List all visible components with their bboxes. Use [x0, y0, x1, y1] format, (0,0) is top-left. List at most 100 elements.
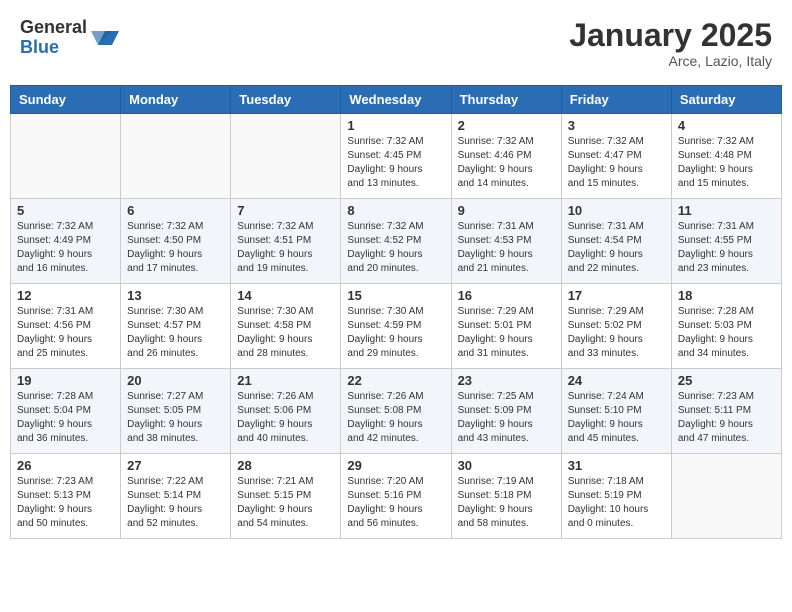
- calendar-cell: 21 Sunrise: 7:26 AM Sunset: 5:06 PM Dayli…: [231, 369, 341, 454]
- calendar-cell: 15Sunrise: 7:30 AM Sunset: 4:59 PM Dayli…: [341, 284, 451, 369]
- calendar-cell: 19 Sunrise: 7:28 AM Sunset: 5:04 PM Dayli…: [11, 369, 121, 454]
- day-info: Sunrise: 7:20 AM Sunset: 5:16 PM Dayligh…: [347, 475, 444, 531]
- calendar-cell: 24 Sunrise: 7:24 AM Sunset: 5:10 PM Dayli…: [561, 369, 671, 454]
- day-info: Sunrise: 7:23 AM Sunset: 5:11 PM Dayligh…: [678, 390, 775, 446]
- calendar-cell: 26 Sunrise: 7:23 AM Sunset: 5:13 PM Dayli…: [11, 454, 121, 539]
- day-number: 31: [568, 458, 665, 473]
- day-number: 17: [568, 288, 665, 303]
- weekday-header-sunday: Sunday: [11, 86, 121, 114]
- calendar-cell: 3 Sunrise: 7:32 AM Sunset: 4:47 PM Daylig…: [561, 114, 671, 199]
- day-number: 18: [678, 288, 775, 303]
- calendar-cell: 7 Sunrise: 7:32 AM Sunset: 4:51 PM Daylig…: [231, 199, 341, 284]
- day-info: Sunrise: 7:31 AM Sunset: 4:54 PM Dayligh…: [568, 220, 665, 276]
- day-number: 19: [17, 373, 114, 388]
- day-number: 12: [17, 288, 114, 303]
- day-info: Sunrise: 7:32 AM Sunset: 4:51 PM Dayligh…: [237, 220, 334, 276]
- day-info: Sunrise: 7:31 AM Sunset: 4:55 PM Dayligh…: [678, 220, 775, 276]
- day-number: 26: [17, 458, 114, 473]
- day-info: Sunrise: 7:32 AM Sunset: 4:52 PM Dayligh…: [347, 220, 444, 276]
- day-number: 5: [17, 203, 114, 218]
- calendar-cell: 31Sunrise: 7:18 AM Sunset: 5:19 PM Dayli…: [561, 454, 671, 539]
- day-info: Sunrise: 7:30 AM Sunset: 4:58 PM Dayligh…: [237, 305, 334, 361]
- day-info: Sunrise: 7:28 AM Sunset: 5:03 PM Dayligh…: [678, 305, 775, 361]
- day-number: 7: [237, 203, 334, 218]
- day-info: Sunrise: 7:22 AM Sunset: 5:14 PM Dayligh…: [127, 475, 224, 531]
- calendar-week-row: 12Sunrise: 7:31 AM Sunset: 4:56 PM Dayli…: [11, 284, 782, 369]
- calendar-cell: 16Sunrise: 7:29 AM Sunset: 5:01 PM Dayli…: [451, 284, 561, 369]
- day-number: 1: [347, 118, 444, 133]
- day-info: Sunrise: 7:24 AM Sunset: 5:10 PM Dayligh…: [568, 390, 665, 446]
- day-info: Sunrise: 7:26 AM Sunset: 5:08 PM Dayligh…: [347, 390, 444, 446]
- calendar-cell: 14 Sunrise: 7:30 AM Sunset: 4:58 PM Dayli…: [231, 284, 341, 369]
- calendar-week-row: 19 Sunrise: 7:28 AM Sunset: 5:04 PM Dayli…: [11, 369, 782, 454]
- weekday-header-saturday: Saturday: [671, 86, 781, 114]
- day-number: 22: [347, 373, 444, 388]
- day-number: 29: [347, 458, 444, 473]
- calendar-cell: 30Sunrise: 7:19 AM Sunset: 5:18 PM Dayli…: [451, 454, 561, 539]
- day-info: Sunrise: 7:29 AM Sunset: 5:02 PM Dayligh…: [568, 305, 665, 361]
- location-text: Arce, Lazio, Italy: [569, 53, 772, 69]
- calendar-week-row: 5 Sunrise: 7:32 AM Sunset: 4:49 PM Daylig…: [11, 199, 782, 284]
- day-number: 6: [127, 203, 224, 218]
- calendar-cell: 8 Sunrise: 7:32 AM Sunset: 4:52 PM Daylig…: [341, 199, 451, 284]
- day-number: 21: [237, 373, 334, 388]
- day-info: Sunrise: 7:27 AM Sunset: 5:05 PM Dayligh…: [127, 390, 224, 446]
- calendar-cell: 11 Sunrise: 7:31 AM Sunset: 4:55 PM Dayli…: [671, 199, 781, 284]
- day-number: 10: [568, 203, 665, 218]
- calendar-cell: 2Sunrise: 7:32 AM Sunset: 4:46 PM Daylig…: [451, 114, 561, 199]
- day-number: 8: [347, 203, 444, 218]
- weekday-header-row: SundayMondayTuesdayWednesdayThursdayFrid…: [11, 86, 782, 114]
- weekday-header-wednesday: Wednesday: [341, 86, 451, 114]
- page-header: General Blue January 2025 Arce, Lazio, I…: [10, 10, 782, 77]
- calendar-cell: [11, 114, 121, 199]
- calendar-cell: 22 Sunrise: 7:26 AM Sunset: 5:08 PM Dayli…: [341, 369, 451, 454]
- day-number: 3: [568, 118, 665, 133]
- weekday-header-thursday: Thursday: [451, 86, 561, 114]
- calendar-cell: 9 Sunrise: 7:31 AM Sunset: 4:53 PM Daylig…: [451, 199, 561, 284]
- logo-blue-text: Blue: [20, 38, 87, 58]
- day-number: 24: [568, 373, 665, 388]
- calendar-cell: 12Sunrise: 7:31 AM Sunset: 4:56 PM Dayli…: [11, 284, 121, 369]
- day-info: Sunrise: 7:32 AM Sunset: 4:46 PM Dayligh…: [458, 135, 555, 191]
- calendar-cell: 25 Sunrise: 7:23 AM Sunset: 5:11 PM Dayli…: [671, 369, 781, 454]
- day-info: Sunrise: 7:30 AM Sunset: 4:59 PM Dayligh…: [347, 305, 444, 361]
- day-info: Sunrise: 7:26 AM Sunset: 5:06 PM Dayligh…: [237, 390, 334, 446]
- weekday-header-tuesday: Tuesday: [231, 86, 341, 114]
- day-info: Sunrise: 7:23 AM Sunset: 5:13 PM Dayligh…: [17, 475, 114, 531]
- day-info: Sunrise: 7:32 AM Sunset: 4:45 PM Dayligh…: [347, 135, 444, 191]
- day-info: Sunrise: 7:21 AM Sunset: 5:15 PM Dayligh…: [237, 475, 334, 531]
- day-info: Sunrise: 7:32 AM Sunset: 4:50 PM Dayligh…: [127, 220, 224, 276]
- weekday-header-monday: Monday: [121, 86, 231, 114]
- day-info: Sunrise: 7:19 AM Sunset: 5:18 PM Dayligh…: [458, 475, 555, 531]
- calendar-cell: 1 Sunrise: 7:32 AM Sunset: 4:45 PM Daylig…: [341, 114, 451, 199]
- calendar-cell: 23Sunrise: 7:25 AM Sunset: 5:09 PM Dayli…: [451, 369, 561, 454]
- calendar-cell: 10 Sunrise: 7:31 AM Sunset: 4:54 PM Dayli…: [561, 199, 671, 284]
- calendar-cell: [121, 114, 231, 199]
- calendar-cell: 28Sunrise: 7:21 AM Sunset: 5:15 PM Dayli…: [231, 454, 341, 539]
- logo-icon: [91, 24, 119, 52]
- day-number: 9: [458, 203, 555, 218]
- calendar-table: SundayMondayTuesdayWednesdayThursdayFrid…: [10, 85, 782, 539]
- day-number: 27: [127, 458, 224, 473]
- calendar-cell: 18 Sunrise: 7:28 AM Sunset: 5:03 PM Dayli…: [671, 284, 781, 369]
- day-info: Sunrise: 7:32 AM Sunset: 4:49 PM Dayligh…: [17, 220, 114, 276]
- day-info: Sunrise: 7:28 AM Sunset: 5:04 PM Dayligh…: [17, 390, 114, 446]
- calendar-cell: 4Sunrise: 7:32 AM Sunset: 4:48 PM Daylig…: [671, 114, 781, 199]
- day-info: Sunrise: 7:32 AM Sunset: 4:47 PM Dayligh…: [568, 135, 665, 191]
- calendar-cell: 29 Sunrise: 7:20 AM Sunset: 5:16 PM Dayli…: [341, 454, 451, 539]
- calendar-week-row: 26 Sunrise: 7:23 AM Sunset: 5:13 PM Dayli…: [11, 454, 782, 539]
- weekday-header-friday: Friday: [561, 86, 671, 114]
- day-number: 13: [127, 288, 224, 303]
- calendar-week-row: 1 Sunrise: 7:32 AM Sunset: 4:45 PM Daylig…: [11, 114, 782, 199]
- calendar-cell: 20 Sunrise: 7:27 AM Sunset: 5:05 PM Dayli…: [121, 369, 231, 454]
- calendar-cell: 5 Sunrise: 7:32 AM Sunset: 4:49 PM Daylig…: [11, 199, 121, 284]
- calendar-cell: 6 Sunrise: 7:32 AM Sunset: 4:50 PM Daylig…: [121, 199, 231, 284]
- day-number: 14: [237, 288, 334, 303]
- day-number: 20: [127, 373, 224, 388]
- day-info: Sunrise: 7:31 AM Sunset: 4:53 PM Dayligh…: [458, 220, 555, 276]
- day-info: Sunrise: 7:32 AM Sunset: 4:48 PM Dayligh…: [678, 135, 775, 191]
- day-number: 11: [678, 203, 775, 218]
- logo: General Blue: [20, 18, 119, 58]
- day-number: 25: [678, 373, 775, 388]
- logo-general-text: General: [20, 18, 87, 38]
